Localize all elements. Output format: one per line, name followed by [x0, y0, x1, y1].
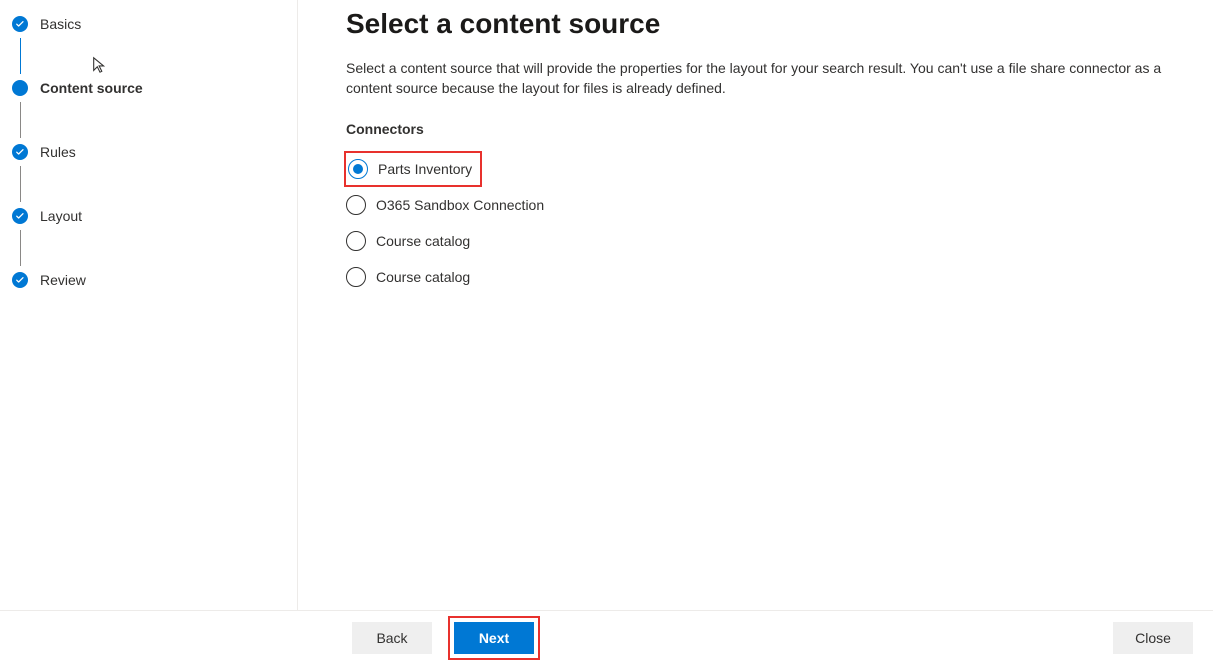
check-icon — [12, 144, 28, 160]
next-button[interactable]: Next — [454, 622, 534, 654]
wizard-steps-sidebar: Basics Content source Rules Layout R — [0, 0, 298, 610]
connector-label: O365 Sandbox Connection — [376, 197, 544, 213]
step-label: Content source — [40, 80, 143, 96]
connector-option[interactable]: Course catalog — [346, 223, 1189, 259]
connector-label: Course catalog — [376, 233, 470, 249]
connector-label: Parts Inventory — [378, 161, 472, 177]
wizard-step-content-source[interactable]: Content source — [12, 74, 297, 102]
radio-icon — [346, 195, 366, 215]
step-label: Rules — [40, 144, 76, 160]
radio-icon — [348, 159, 368, 179]
connector-option[interactable]: Course catalog — [346, 259, 1189, 295]
connector-option[interactable]: O365 Sandbox Connection — [346, 187, 1189, 223]
connector-label: Course catalog — [376, 269, 470, 285]
wizard-step-rules[interactable]: Rules — [12, 138, 297, 166]
step-connector — [20, 102, 36, 138]
step-connector — [20, 166, 36, 202]
step-connector — [20, 38, 36, 74]
step-connector — [20, 230, 36, 266]
next-button-highlight: Next — [448, 616, 540, 660]
main-content: Select a content source Select a content… — [298, 0, 1213, 610]
check-icon — [12, 272, 28, 288]
connectors-list: Parts Inventory O365 Sandbox Connection … — [346, 151, 1189, 295]
page-description: Select a content source that will provid… — [346, 58, 1189, 99]
connector-option[interactable]: Parts Inventory — [346, 151, 1189, 187]
selection-highlight: Parts Inventory — [344, 151, 482, 187]
radio-icon — [346, 231, 366, 251]
current-step-icon — [12, 80, 28, 96]
page-title: Select a content source — [346, 8, 1189, 40]
check-icon — [12, 16, 28, 32]
back-button[interactable]: Back — [352, 622, 432, 654]
connectors-label: Connectors — [346, 121, 1189, 137]
step-label: Layout — [40, 208, 82, 224]
wizard-footer: Back Next Close — [0, 610, 1213, 665]
step-label: Basics — [40, 16, 81, 32]
radio-icon — [346, 267, 366, 287]
wizard-step-basics[interactable]: Basics — [12, 10, 297, 38]
wizard-step-review[interactable]: Review — [12, 266, 297, 294]
check-icon — [12, 208, 28, 224]
close-button[interactable]: Close — [1113, 622, 1193, 654]
step-label: Review — [40, 272, 86, 288]
wizard-step-layout[interactable]: Layout — [12, 202, 297, 230]
